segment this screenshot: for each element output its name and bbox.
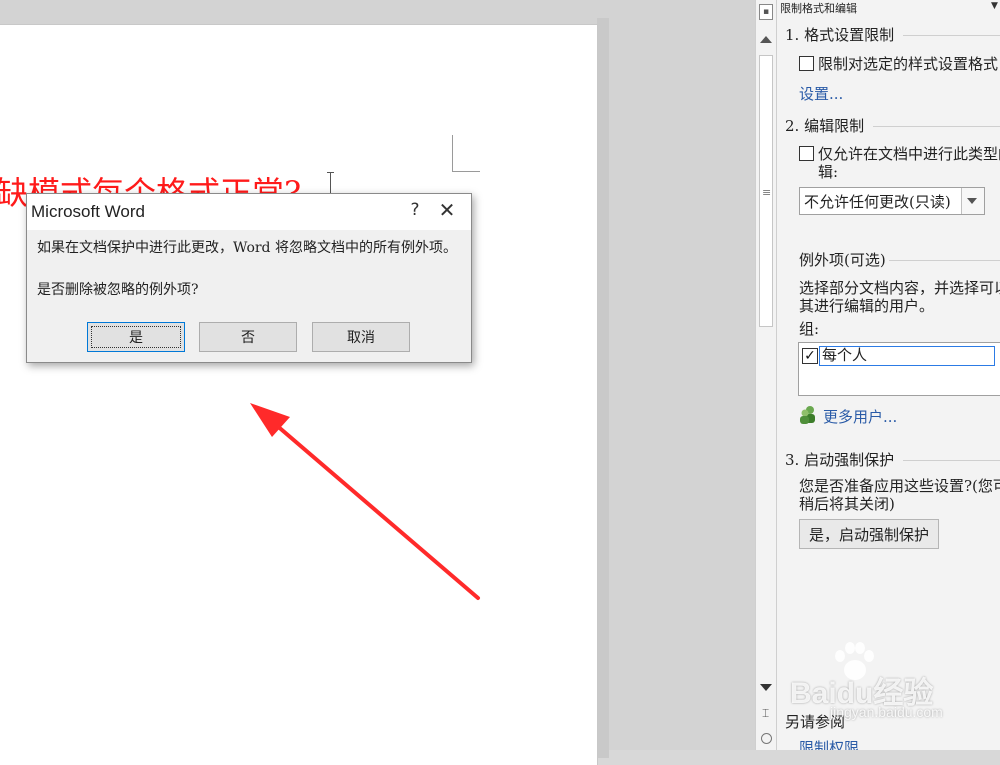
everyone-checkbox[interactable]: ✓	[802, 348, 818, 364]
grip-icon: ≡	[762, 186, 772, 199]
allow-editing-label-line2: 辑:	[818, 163, 839, 181]
editing-type-dropdown-value: 不允许任何更改(只读)	[804, 193, 951, 211]
exceptions-desc-line2: 其进行编辑的用户。	[799, 297, 935, 315]
allow-editing-label-line1: 仅允许在文档中进行此类型的	[818, 145, 1000, 163]
scroll-down-arrow-icon[interactable]	[760, 684, 772, 691]
yes-button[interactable]: 是	[87, 322, 185, 352]
section2-divider	[873, 126, 1000, 127]
restrict-permission-link[interactable]: 限制权限	[799, 737, 859, 750]
pane-title: 限制格式和编辑	[780, 2, 857, 15]
cancel-button-label: 取消	[347, 330, 375, 346]
cancel-button[interactable]: 取消	[312, 322, 410, 352]
section2-heading: 2. 编辑限制	[785, 117, 865, 135]
pane-options-icon[interactable]: ▪	[759, 4, 773, 20]
groups-label: 组:	[799, 320, 820, 338]
section1-heading: 1. 格式设置限制	[785, 26, 895, 44]
no-button-label: 否	[241, 330, 255, 346]
restrict-formatting-label: 限制对选定的样式设置格式	[818, 55, 999, 73]
page-margin-corner-mark	[452, 135, 480, 172]
no-button[interactable]: 否	[199, 322, 297, 352]
dialog-message-line2: 是否删除被忽略的例外项?	[37, 282, 199, 298]
restrict-editing-pane: 限制格式和编辑 ▼ 1. 格式设置限制 限制对选定的样式设置格式 设置... 2…	[777, 0, 1000, 750]
start-enforcing-label: 是，启动强制保护	[808, 525, 929, 544]
section3-divider	[903, 460, 1000, 461]
page-shadow	[597, 18, 609, 758]
exceptions-divider	[889, 260, 1000, 261]
yes-button-label: 是	[129, 330, 143, 346]
pane-splitter-scrollbar[interactable]: ▪ ≡ ⌶	[755, 0, 777, 750]
allow-editing-type-checkbox[interactable]	[799, 146, 814, 161]
users-icon	[800, 406, 815, 424]
start-enforcing-protection-button[interactable]: 是，启动强制保护	[799, 519, 939, 549]
chevron-down-icon[interactable]	[961, 188, 984, 214]
dialog-message-line1: 如果在文档保护中进行此更改，Word 将忽略文档中的所有例外项。	[37, 240, 457, 256]
section3-heading: 3. 启动强制保护	[785, 451, 895, 469]
ibeam-icon: ⌶	[762, 706, 770, 720]
exceptions-heading: 例外项(可选)	[799, 251, 886, 269]
close-icon[interactable]: ✕	[432, 198, 462, 222]
section3-desc-line2: 稍后将其关闭)	[799, 495, 895, 513]
circle-icon[interactable]	[761, 733, 772, 744]
editing-type-dropdown[interactable]: 不允许任何更改(只读)	[799, 187, 985, 215]
more-users-link[interactable]: 更多用户...	[823, 406, 897, 427]
restrict-formatting-checkbox[interactable]	[799, 56, 814, 71]
settings-link[interactable]: 设置...	[799, 83, 843, 104]
dialog-title: Microsoft Word	[31, 202, 145, 221]
everyone-group-item[interactable]: 每个人	[819, 346, 995, 366]
help-icon[interactable]: ?	[405, 200, 425, 220]
groups-list[interactable]: ✓ 每个人	[798, 342, 1000, 396]
microsoft-word-dialog: Microsoft Word ? ✕ 如果在文档保护中进行此更改，Word 将忽…	[26, 193, 472, 363]
scroll-up-arrow-icon[interactable]	[760, 36, 772, 43]
see-also-heading: 另请参阅	[785, 713, 846, 731]
pane-menu-caret-icon[interactable]: ▼	[991, 1, 998, 11]
section1-divider	[903, 35, 1000, 36]
document-page[interactable]	[0, 25, 597, 765]
dialog-body: 如果在文档保护中进行此更改，Word 将忽略文档中的所有例外项。 是否删除被忽略…	[27, 230, 471, 362]
document-workspace: 缺模式每个格式正常?	[0, 0, 755, 765]
